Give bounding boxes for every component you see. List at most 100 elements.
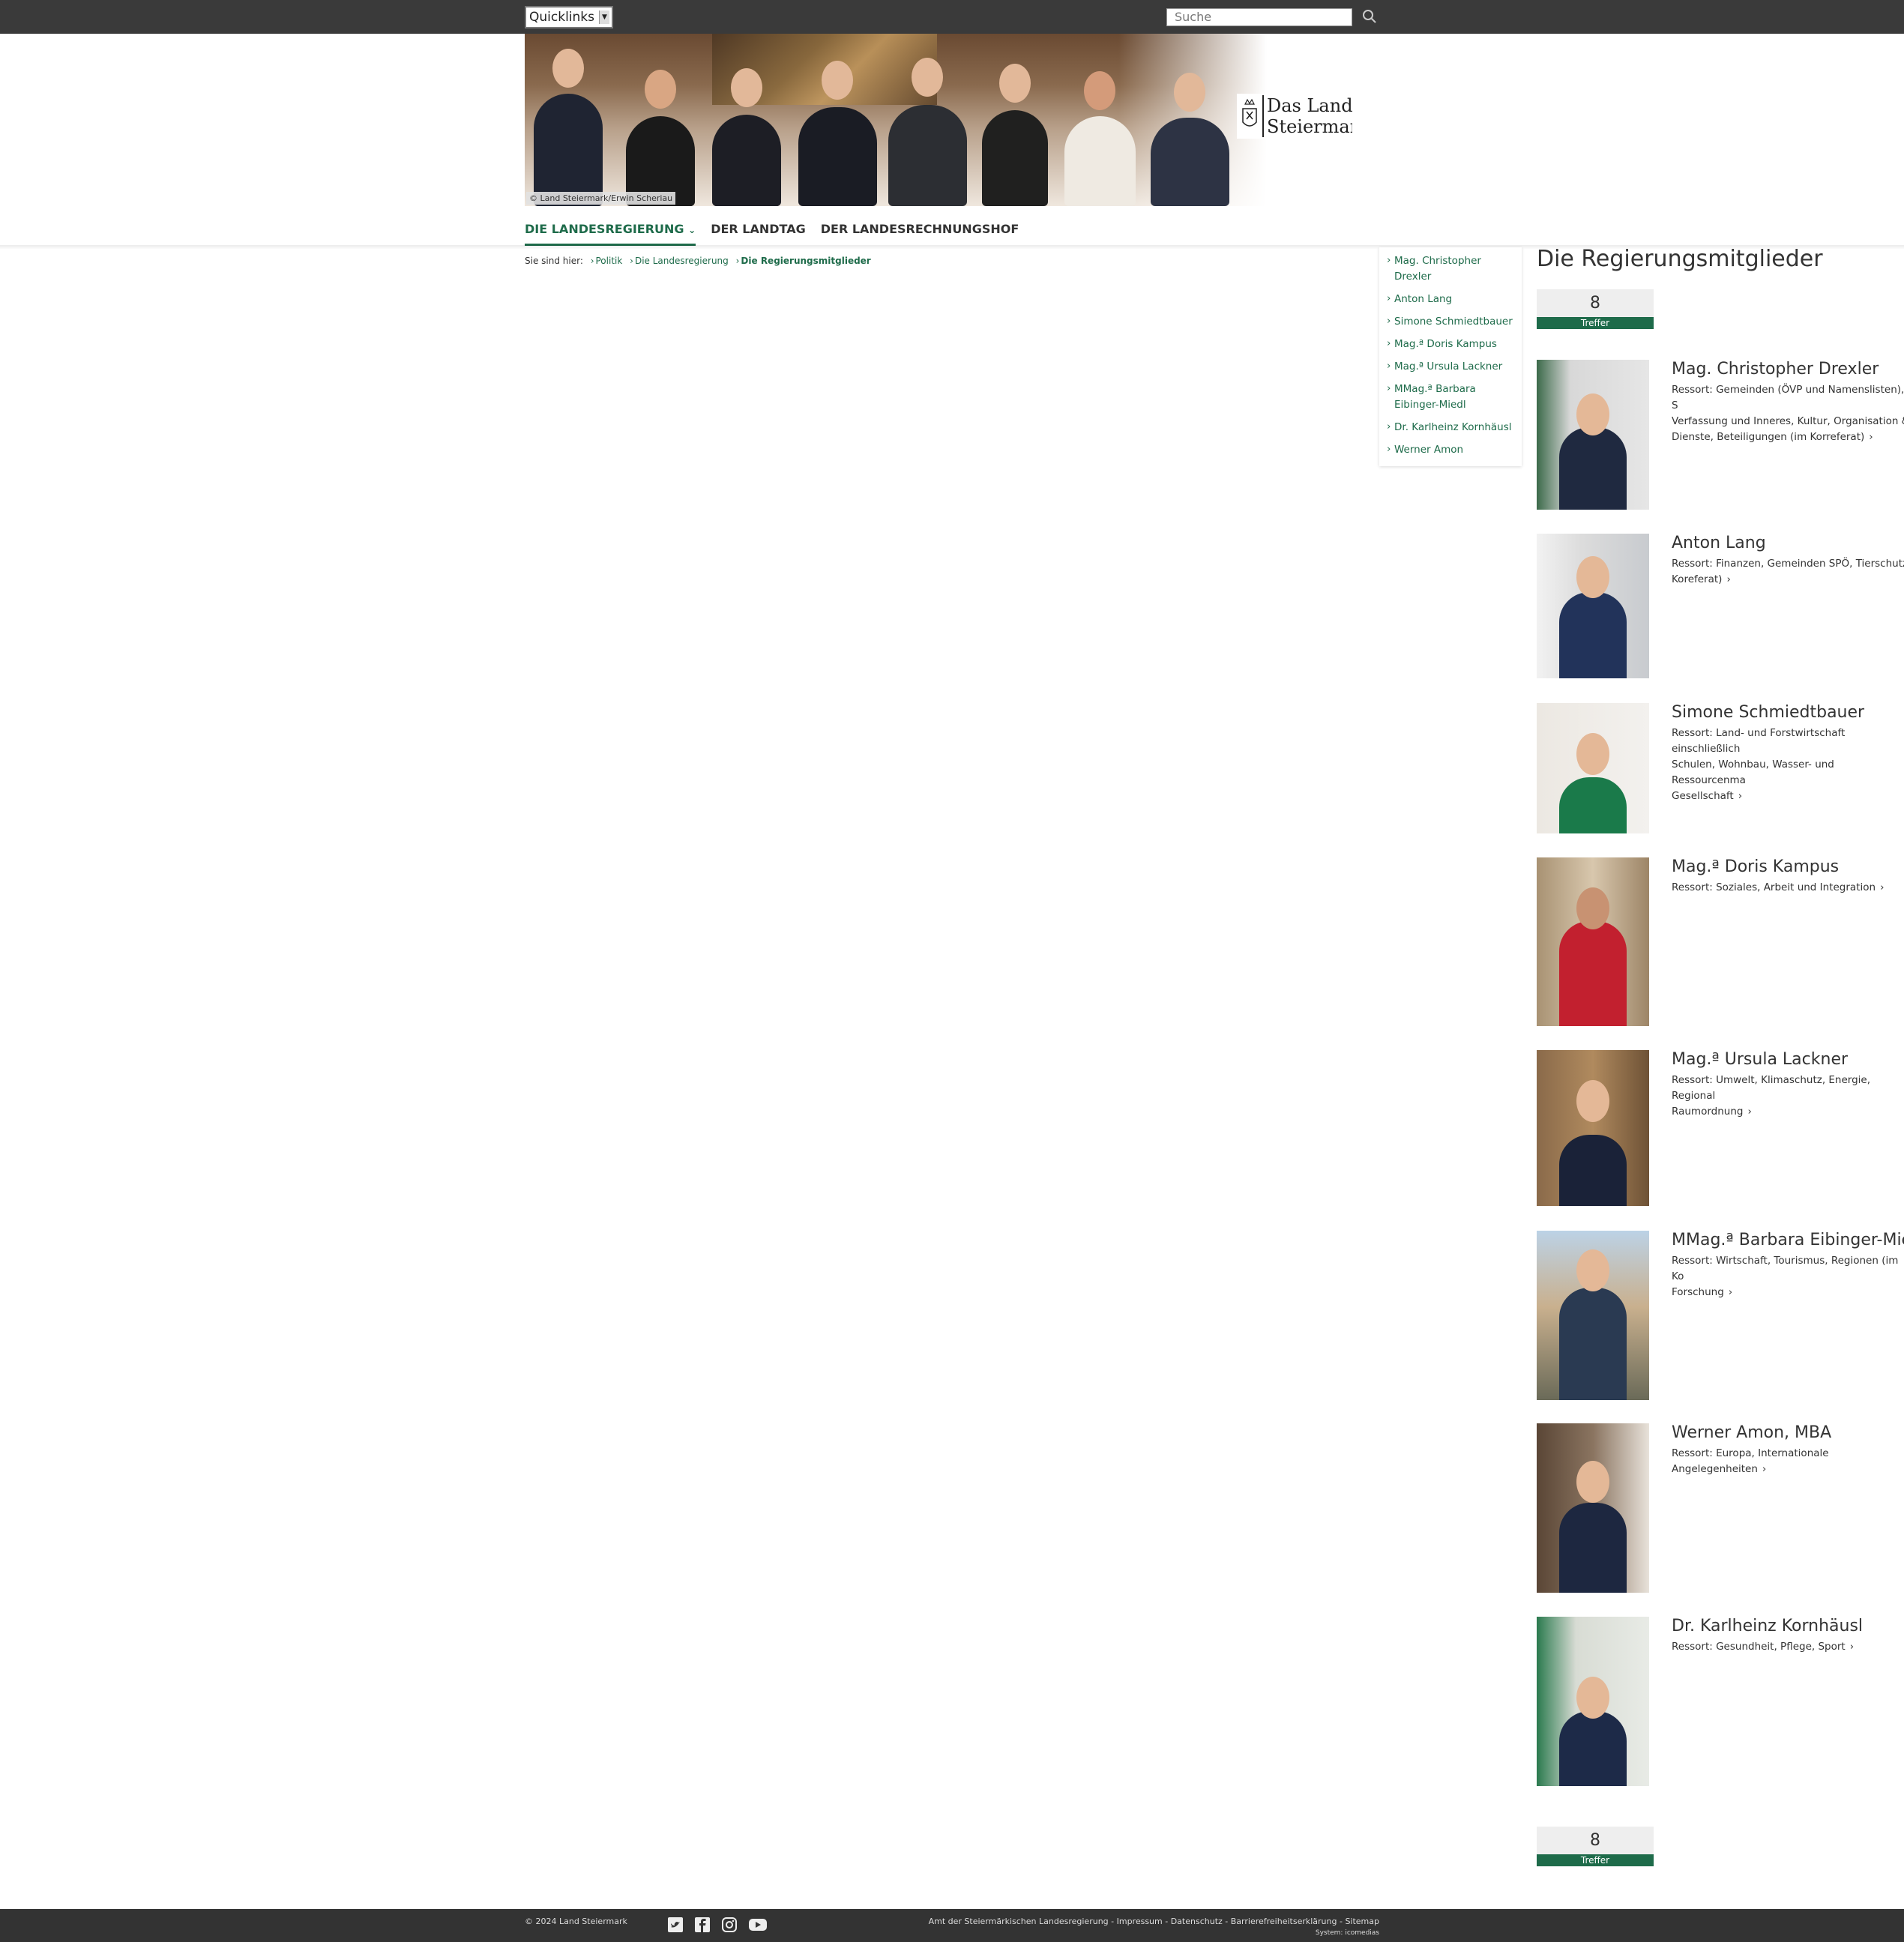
member-photo[interactable]	[1537, 360, 1649, 510]
side-menu-item[interactable]: Anton Lang	[1387, 289, 1516, 311]
side-menu-item[interactable]: Mag.ª Ursula Lackner	[1387, 356, 1516, 379]
hits-count: 8	[1537, 1827, 1654, 1854]
social-links	[667, 1917, 767, 1933]
chevron-right-icon: ›	[630, 256, 633, 266]
member-ressort: Ressort: Land- und Forstwirtschaft einsc…	[1672, 727, 1846, 802]
hits-label: Treffer	[1537, 1854, 1654, 1866]
person-figure	[712, 115, 781, 206]
member-card[interactable]: Anton Lang Ressort: Finanzen, Gemeinden …	[1537, 534, 1904, 678]
chevron-right-icon[interactable]: ›	[1729, 1286, 1732, 1298]
person-figure	[888, 105, 967, 206]
chevron-right-icon[interactable]: ›	[1747, 1106, 1751, 1118]
twitter-icon[interactable]	[667, 1917, 684, 1933]
member-name[interactable]: Werner Amon, MBA	[1672, 1423, 1831, 1442]
nav-der-landesrechnungshof[interactable]: DER LANDESRECHNUNGSHOF	[821, 222, 1019, 246]
coat-of-arms-icon	[1242, 98, 1257, 127]
person-head	[822, 61, 853, 100]
side-menu-item[interactable]: Mag. Christopher Drexler	[1387, 250, 1516, 289]
member-description: Ressort: Finanzen, Gemeinden SPÖ, Tiersc…	[1672, 556, 1904, 588]
member-photo[interactable]	[1537, 1231, 1649, 1400]
member-photo[interactable]	[1537, 857, 1649, 1026]
side-menu-item[interactable]: MMag.ª Barbara Eibinger-Miedl	[1387, 379, 1516, 417]
member-name[interactable]: Mag.ª Ursula Lackner	[1672, 1050, 1848, 1069]
breadcrumb-prefix: Sie sind hier:	[525, 256, 583, 266]
member-photo[interactable]	[1537, 1423, 1649, 1593]
footer-copyright: © 2024 Land Steiermark	[525, 1917, 627, 1926]
member-photo[interactable]	[1537, 1617, 1649, 1786]
hits-count: 8	[1537, 289, 1654, 317]
quicklinks-select[interactable]: Quicklinks ▼	[525, 6, 613, 28]
chevron-right-icon[interactable]: ›	[1880, 881, 1884, 893]
person-head	[731, 68, 762, 107]
chevron-right-icon[interactable]: ›	[1762, 1463, 1766, 1475]
member-card[interactable]: Mag.ª Doris Kampus Ressort: Soziales, Ar…	[1537, 857, 1904, 1026]
nav-die-landesregierung[interactable]: DIE LANDESREGIERUNG ⌄	[525, 222, 696, 246]
person-head	[552, 49, 584, 88]
chevron-right-icon[interactable]: ›	[1726, 573, 1730, 585]
member-name[interactable]: Simone Schmiedtbauer	[1672, 703, 1864, 722]
member-description: Ressort: Land- und Forstwirtschaft einsc…	[1672, 726, 1904, 804]
person-figure	[1151, 118, 1229, 206]
member-ressort: Ressort: Soziales, Arbeit und Integratio…	[1672, 881, 1876, 893]
hits-counter-top: 8 Treffer	[1537, 289, 1654, 329]
search-button[interactable]	[1361, 8, 1378, 25]
header-banner: © Land Steiermark/Erwin Scheriau Das Lan…	[525, 34, 1352, 206]
member-card[interactable]: Mag. Christopher Drexler Ressort: Gemein…	[1537, 360, 1904, 510]
member-photo[interactable]	[1537, 534, 1649, 678]
side-menu-item[interactable]: Simone Schmiedtbauer	[1387, 311, 1516, 334]
chevron-down-icon: ⌄	[688, 225, 696, 235]
breadcrumb-die-landesregierung[interactable]: Die Landesregierung	[635, 256, 729, 266]
youtube-icon[interactable]	[748, 1917, 767, 1933]
member-card[interactable]: Werner Amon, MBA Ressort: Europa, Intern…	[1537, 1423, 1904, 1593]
side-menu: Mag. Christopher Drexler Anton Lang Simo…	[1379, 247, 1522, 466]
photo-credit: © Land Steiermark/Erwin Scheriau	[526, 192, 676, 205]
footer-system: System: icomedias	[1315, 1929, 1379, 1937]
page-title: Die Regierungsmitglieder	[1537, 246, 1823, 272]
chevron-right-icon[interactable]: ›	[1738, 790, 1742, 802]
land-steiermark-logo[interactable]: Das Land Steiermark	[1237, 94, 1352, 139]
member-ressort: Ressort: Umwelt, Klimaschutz, Energie, R…	[1672, 1074, 1871, 1118]
hits-label: Treffer	[1537, 317, 1654, 329]
chevron-right-icon: ›	[590, 256, 594, 266]
member-card[interactable]: Simone Schmiedtbauer Ressort: Land- und …	[1537, 703, 1904, 833]
logo-text-line1: Das Land	[1267, 95, 1352, 116]
nav-label: DER LANDTAG	[711, 222, 806, 236]
person-figure	[798, 107, 877, 206]
side-menu-item[interactable]: Dr. Karlheinz Kornhäusl	[1387, 417, 1516, 439]
member-name[interactable]: Dr. Karlheinz Kornhäusl	[1672, 1617, 1863, 1635]
search-input[interactable]: Suche	[1166, 8, 1352, 26]
chevron-right-icon: ›	[735, 256, 740, 266]
person-head	[912, 58, 943, 97]
member-description: Ressort: Europa, Internationale Angelege…	[1672, 1446, 1904, 1477]
side-menu-item[interactable]: Werner Amon	[1387, 439, 1516, 462]
facebook-icon[interactable]	[694, 1917, 711, 1933]
footer: © 2024 Land Steiermark Amt der Steiermär…	[0, 1909, 1904, 1942]
chevron-right-icon[interactable]: ›	[1850, 1641, 1854, 1653]
breadcrumb-politik[interactable]: Politik	[596, 256, 623, 266]
member-photo[interactable]	[1537, 1050, 1649, 1206]
member-name[interactable]: Mag. Christopher Drexler	[1672, 360, 1879, 379]
member-card[interactable]: MMag.ª Barbara Eibinger-Mied Ressort: Wi…	[1537, 1231, 1904, 1400]
member-name[interactable]: Mag.ª Doris Kampus	[1672, 857, 1839, 876]
person-figure	[534, 94, 603, 206]
member-ressort: Ressort: Wirtschaft, Tourismus, Regionen…	[1672, 1255, 1899, 1298]
top-bar: Quicklinks ▼ Suche	[0, 0, 1904, 34]
logo-text-line2: Steiermark	[1267, 116, 1352, 137]
instagram-icon[interactable]	[721, 1917, 738, 1933]
member-name[interactable]: MMag.ª Barbara Eibinger-Mied	[1672, 1231, 1904, 1249]
member-description: Ressort: Umwelt, Klimaschutz, Energie, R…	[1672, 1073, 1904, 1120]
member-card[interactable]: Dr. Karlheinz Kornhäusl Ressort: Gesundh…	[1537, 1617, 1904, 1786]
person-figure	[982, 110, 1048, 206]
person-head	[1174, 73, 1205, 112]
side-menu-item[interactable]: Mag.ª Doris Kampus	[1387, 334, 1516, 356]
member-description: Ressort: Gesundheit, Pflege, Sport ›	[1672, 1639, 1904, 1655]
footer-links[interactable]: Amt der Steiermärkischen Landesregierung…	[929, 1917, 1379, 1926]
member-card[interactable]: Mag.ª Ursula Lackner Ressort: Umwelt, Kl…	[1537, 1050, 1904, 1206]
chevron-right-icon[interactable]: ›	[1869, 431, 1873, 443]
member-name[interactable]: Anton Lang	[1672, 534, 1766, 552]
member-photo[interactable]	[1537, 703, 1649, 833]
government-group-photo: © Land Steiermark/Erwin Scheriau	[525, 34, 1267, 206]
chevron-down-icon: ▼	[599, 10, 609, 24]
member-ressort: Ressort: Finanzen, Gemeinden SPÖ, Tiersc…	[1672, 558, 1904, 585]
nav-der-landtag[interactable]: DER LANDTAG	[711, 222, 806, 246]
